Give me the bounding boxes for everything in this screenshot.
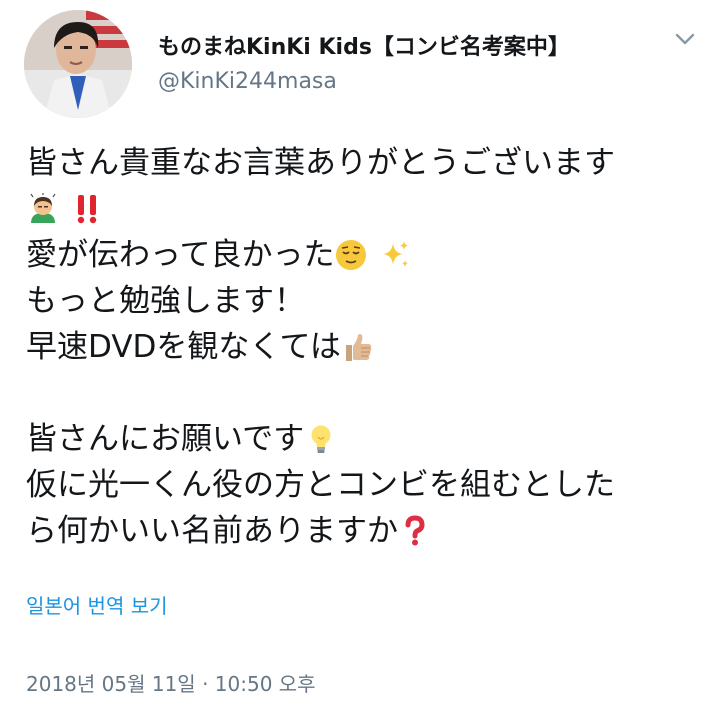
tweet-text-segment: ら何かいい名前ありますか [26,513,398,549]
tweet-line: 皆さんにお願いです [26,416,698,462]
tweet-header: ものまねKinKi Kids【コンビ名考案中】 @KinKi244masa [24,10,704,120]
tweet-line: 皆さん貴重なお言葉ありがとうございます [26,140,698,186]
light-bulb-icon [305,422,337,454]
tweet-line [26,186,698,232]
avatar[interactable] [24,10,132,118]
tweet-text-segment: 皆さん貴重なお言葉ありがとうございます [26,145,615,181]
user-handle[interactable]: @KinKi244masa [158,68,570,96]
translate-tweet-link[interactable]: 일본어 번역 보기 [26,590,168,619]
tweet-text-segment: 皆さんにお願いです [26,421,305,457]
tweet-line: 仮に光一くん役の方とコンビを組むとした [26,462,698,508]
relieved-face-icon [335,238,367,270]
tweet-text-segment: もっと勉強します！ [26,283,305,319]
tweet-text: 皆さん貴重なお言葉ありがとうございます 愛が伝わって良かった もっと勉強します！… [26,140,698,554]
tweet-line: 早速DVDを観なくては [26,324,698,370]
display-name[interactable]: ものまねKinKi Kids【コンビ名考案中】 [158,34,570,62]
red-question-mark-icon [399,514,431,546]
person-bowing-icon [27,192,59,224]
chevron-down-icon[interactable] [674,28,696,50]
tweet-text-segment: 愛が伝わって良かった [26,237,335,273]
tweet-timestamp[interactable]: 2018년 05월 11일 · 10:50 오후 [26,668,316,697]
user-names: ものまねKinKi Kids【コンビ名考案中】 @KinKi244masa [158,34,570,96]
tweet-line: ら何かいい名前ありますか [26,508,698,554]
tweet-line: もっと勉強します！ [26,278,698,324]
tweet-text-segment: 仮に光一くん役の方とコンビを組むとした [26,467,615,503]
sparkles-icon [379,238,411,270]
double-exclamation-icon [71,192,103,224]
tweet-line: 愛が伝わって良かった [26,232,698,278]
tweet-text-segment: 早速DVDを観なくては [26,329,341,365]
thumbs-up-icon [342,330,374,362]
